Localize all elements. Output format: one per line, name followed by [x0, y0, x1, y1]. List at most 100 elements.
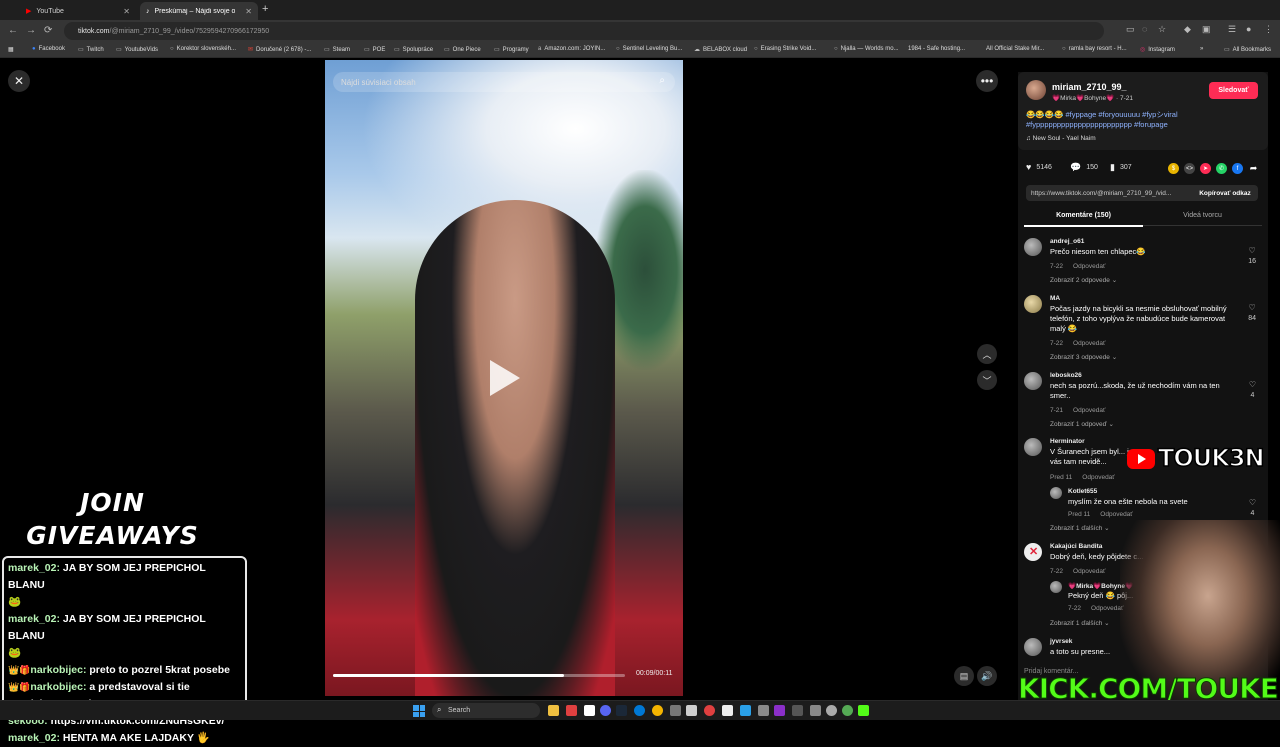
tab-creator-videos[interactable]: Videá tvorcu — [1143, 212, 1262, 219]
taskbar-search[interactable]: ⌕ Search — [432, 703, 540, 718]
app-icon[interactable] — [792, 705, 803, 716]
bookmark-item[interactable]: ▭ Programy — [494, 46, 529, 54]
avatar[interactable] — [1024, 238, 1042, 256]
avatar[interactable] — [1050, 581, 1062, 593]
reply-button[interactable]: Odpovedať — [1082, 474, 1114, 481]
app-icon[interactable] — [686, 705, 697, 716]
comment-button[interactable]: 💬 150 — [1070, 162, 1098, 173]
bookmark-item[interactable]: ○ ramla bay resort - H... — [1062, 46, 1127, 52]
address-bar[interactable]: tiktok.com/@miriam_2710_99_/video/752959… — [64, 22, 1104, 40]
coin-icon[interactable]: $ — [1168, 163, 1179, 174]
bookmark-item[interactable]: ○ Njalla — Worlds mo... — [834, 46, 899, 52]
app-icon[interactable] — [842, 705, 853, 716]
windows-start-icon[interactable] — [413, 705, 425, 717]
extension-icon[interactable]: ◆ — [1184, 24, 1191, 35]
close-tab-icon[interactable]: ✕ — [123, 7, 130, 16]
more-options-button[interactable]: ••• — [976, 70, 998, 92]
app-icon[interactable] — [774, 705, 785, 716]
puzzle-icon[interactable]: ▣ — [1202, 24, 1211, 35]
bookmark-item[interactable]: ◎ Instagram — [1140, 46, 1175, 54]
comment-author[interactable]: Kakajúci Bandita — [1050, 543, 1102, 550]
bookmark-item[interactable]: ▭ YoutubeVids — [116, 46, 158, 54]
more-bookmarks-icon[interactable]: » — [1200, 46, 1203, 52]
app-icon[interactable] — [670, 705, 681, 716]
apps-icon[interactable]: ▦ — [8, 46, 14, 53]
app-icon[interactable] — [758, 705, 769, 716]
follow-button[interactable]: Sledovať — [1209, 82, 1258, 99]
reply-button[interactable]: Odpovedať — [1100, 511, 1132, 518]
next-video-button[interactable]: ﹀ — [977, 370, 997, 390]
reply-author[interactable]: Kotlet655 — [1068, 488, 1097, 495]
app-icon[interactable] — [584, 705, 595, 716]
previous-video-button[interactable]: ︿ — [977, 344, 997, 364]
star-icon[interactable]: ☆ — [1158, 24, 1166, 35]
bookmark-item[interactable]: ▭ POE — [364, 46, 385, 54]
app-icon[interactable] — [858, 705, 869, 716]
reload-icon[interactable]: ⟳ — [44, 25, 52, 36]
tab-youtube[interactable]: ▶ YouTube ✕ — [20, 2, 136, 20]
back-icon[interactable]: ← — [8, 25, 18, 36]
bookmark-item[interactable]: ○ Korektor slovenskéh... — [170, 46, 236, 52]
forward-icon[interactable]: → — [26, 25, 36, 36]
eye-off-icon[interactable]: ◌ — [1142, 24, 1147, 34]
close-video-button[interactable]: ✕ — [8, 70, 30, 92]
reply-button[interactable]: Odpovedať — [1091, 605, 1123, 612]
bookmark-item[interactable]: ▭ One Piece — [444, 46, 481, 54]
whatsapp-icon[interactable]: ✆ — [1216, 163, 1227, 174]
menu-icon[interactable]: ⋮ — [1264, 24, 1273, 35]
comment-like-button[interactable]: ♡ 16 — [1248, 246, 1256, 265]
tab-comments[interactable]: Komentáre (150) — [1024, 212, 1143, 227]
comment-author[interactable]: lebosko26 — [1050, 372, 1082, 379]
discord-icon[interactable] — [600, 705, 611, 716]
reply-like-button[interactable]: ♡ 4 — [1249, 498, 1256, 517]
new-tab-icon[interactable]: + — [262, 3, 268, 15]
avatar[interactable] — [1024, 438, 1042, 456]
comment-like-button[interactable]: ♡ 4 — [1249, 380, 1256, 399]
play-icon[interactable] — [490, 360, 520, 396]
show-replies[interactable]: Zobraziť 3 odpovede ⌄ — [1050, 353, 1117, 361]
copy-link-button[interactable]: Kopírovať odkaz — [1192, 185, 1258, 201]
tab-tiktok[interactable]: ♪ Preskúmaj – Nájdi svoje obľúb ✕ — [140, 2, 258, 20]
save-button[interactable]: ▮ 307 — [1110, 162, 1132, 173]
embed-icon[interactable]: <> — [1184, 163, 1195, 174]
steam-icon[interactable] — [616, 705, 627, 716]
bookmark-item[interactable]: ○ Erasing Strike Void... — [754, 46, 816, 52]
bookmark-item[interactable]: ▭ Steam — [324, 46, 350, 54]
profile-icon[interactable]: ● — [1246, 24, 1251, 34]
comment-author[interactable]: MA — [1050, 295, 1060, 302]
app-icon[interactable] — [704, 705, 715, 716]
avatar[interactable] — [1026, 80, 1046, 100]
bookmark-item[interactable]: All Official Stake Mir... — [986, 46, 1044, 52]
app-icon[interactable] — [722, 705, 733, 716]
cast-icon[interactable]: ▭ — [1126, 24, 1135, 35]
send-icon[interactable]: ➤ — [1200, 163, 1211, 174]
related-search-input[interactable]: Nájdi súvisiaci obsah ⌕ — [333, 72, 675, 92]
captions-button[interactable]: ▤ — [954, 666, 974, 686]
username[interactable]: miriam_2710_99_ — [1052, 82, 1127, 92]
bookmark-item[interactable]: a Amazon.com: JOYIN... — [538, 46, 605, 52]
reply-button[interactable]: Odpovedať — [1073, 340, 1105, 347]
chrome-icon[interactable] — [652, 705, 663, 716]
show-more-replies[interactable]: Zobraziť 1 ďalších ⌄ — [1050, 619, 1110, 627]
avatar[interactable] — [1024, 295, 1042, 313]
avatar[interactable] — [1050, 487, 1062, 499]
avatar[interactable] — [1024, 372, 1042, 390]
close-tab-icon[interactable]: ✕ — [245, 7, 252, 16]
music-link[interactable]: ♫ New Soul - Yael Naim — [1026, 135, 1096, 142]
file-explorer-icon[interactable] — [548, 705, 559, 716]
comment-author[interactable]: jyvrsek — [1050, 638, 1072, 645]
facebook-share-icon[interactable]: f — [1232, 163, 1243, 174]
all-bookmarks[interactable]: ▭ All Bookmarks — [1224, 46, 1271, 54]
bookmark-item[interactable]: ▭ Spolupráce — [394, 46, 433, 54]
comment-author[interactable]: Herminator — [1050, 438, 1085, 445]
sidebar-icon[interactable]: ☰ — [1228, 24, 1236, 35]
app-icon[interactable] — [826, 705, 837, 716]
show-replies[interactable]: Zobraziť 2 odpovede ⌄ — [1050, 276, 1117, 284]
like-button[interactable]: ♥ 5146 — [1026, 162, 1052, 172]
share-arrow-icon[interactable]: ➦ — [1248, 163, 1259, 174]
bookmark-item[interactable]: 1984 - Safe hosting... — [908, 46, 965, 52]
edge-icon[interactable] — [634, 705, 645, 716]
bookmark-item[interactable]: ✉ Doručené (2 678) -... — [248, 46, 311, 54]
show-replies[interactable]: Zobraziť 1 odpoveď ⌄ — [1050, 420, 1114, 428]
comment-like-button[interactable]: ♡ 84 — [1248, 303, 1256, 322]
